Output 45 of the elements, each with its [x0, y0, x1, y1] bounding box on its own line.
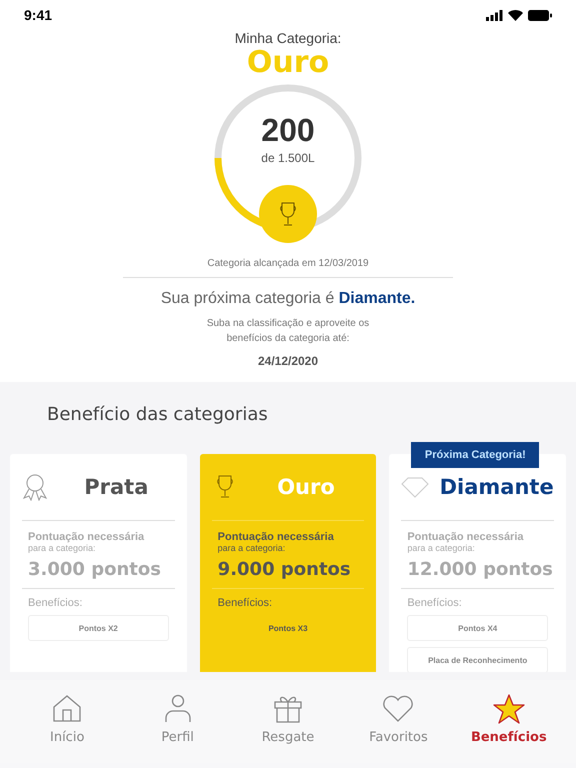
requirement-sub: para a categoria:: [218, 543, 286, 553]
tab-bar-item[interactable]: Favoritos: [343, 680, 454, 768]
category-name: Ouro: [246, 46, 330, 80]
benefit-item: Placa de Reconhecimento: [407, 647, 548, 672]
requirement-label: Pontuação necessária: [218, 531, 335, 543]
benefit-item: Pontos X4: [407, 615, 548, 641]
next-category-subtitle: Suba na classificação e aproveite os benefícios da categoria até:: [206, 317, 370, 346]
benefits-label: Benefícios:: [28, 597, 82, 609]
person-icon: [164, 694, 191, 724]
tab-bar-item[interactable]: Perfil: [122, 680, 233, 768]
section-title: Benefício das categorias: [47, 404, 268, 425]
benefit-item: Pontos X3: [267, 622, 309, 634]
home-icon: [52, 694, 82, 724]
benefits-label: Benefícios:: [218, 597, 272, 609]
required-points: 12.000 pontos: [407, 559, 554, 580]
benefit-item: Pontos X2: [28, 615, 169, 641]
next-category-text: Sua próxima categoria é Diamante.: [160, 290, 416, 308]
reached-date-text: Categoria alcançada em 12/03/2019: [207, 258, 369, 269]
benefits-label: Benefícios:: [407, 597, 462, 609]
deadline-date: 24/12/2020: [258, 354, 318, 368]
card-title: Prata: [83, 475, 150, 499]
card-title: Ouro: [276, 475, 336, 499]
gift-icon: [273, 694, 304, 724]
tab-bar-item[interactable]: Resgate: [232, 680, 344, 768]
requirement-label: Pontuação necessária: [407, 531, 525, 543]
requirement-sub: para a categoria:: [28, 543, 97, 553]
required-points: 9.000 pontos: [218, 559, 352, 580]
diamond-icon: [401, 476, 430, 498]
card-title: Diamante: [439, 475, 554, 499]
points-goal: de 1.500L: [261, 151, 315, 165]
next-category-badge: Próxima Categoria!: [411, 442, 540, 468]
wifi-icon: [508, 10, 523, 20]
category-label: Minha Categoria:: [234, 30, 342, 46]
requirement-sub: para a categoria:: [407, 543, 476, 553]
battery-icon: [528, 10, 552, 20]
tab-bar-item[interactable]: Benefícios: [454, 680, 564, 768]
status-time: 9:41: [24, 7, 52, 23]
ribbon-award-icon: [22, 473, 48, 501]
points-value: 200: [261, 112, 315, 149]
required-points: 3.000 pontos: [28, 559, 162, 580]
requirement-label: Pontuação necessária: [28, 531, 146, 543]
star-icon: [492, 694, 525, 724]
heart-icon: [382, 694, 414, 724]
signal-icon: [486, 10, 503, 20]
tab-bar-item[interactable]: Início: [12, 680, 122, 768]
